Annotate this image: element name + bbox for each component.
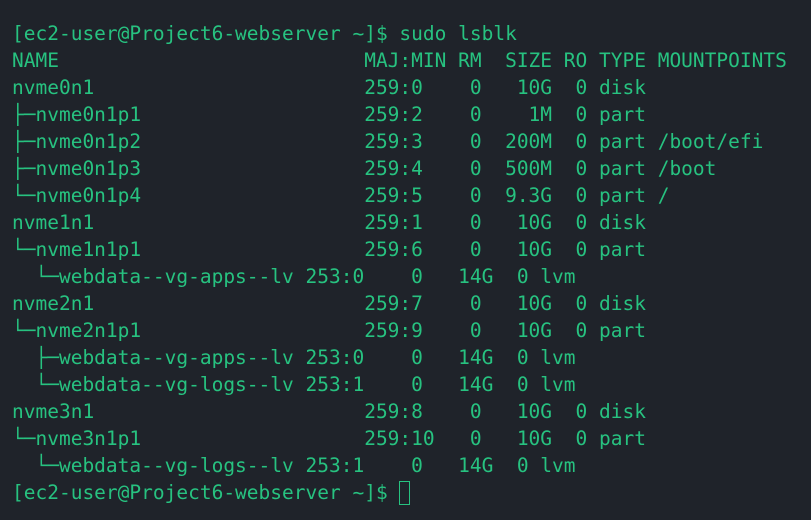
prompt-line[interactable]: [ec2-user@Project6-webserver ~]$ [12,479,811,506]
lsblk-row: nvme2n1 259:7 0 10G 0 disk [12,292,646,315]
lsblk-row: ├─webdata--vg-apps--lv 253:0 0 14G 0 lvm [12,346,576,369]
lsblk-row: └─webdata--vg-logs--lv 253:1 0 14G 0 lvm [12,373,576,396]
text-cursor [399,481,411,505]
lsblk-row: └─webdata--vg-apps--lv 253:0 0 14G 0 lvm [12,265,576,288]
lsblk-row: ├─nvme0n1p1 259:2 0 1M 0 part [12,103,646,126]
lsblk-header: NAME MAJ:MIN RM SIZE RO TYPE MOUNTPOINTS [12,49,787,72]
lsblk-row: nvme1n1 259:1 0 10G 0 disk [12,211,646,234]
lsblk-row: nvme3n1 259:8 0 10G 0 disk [12,400,646,423]
lsblk-row: └─nvme3n1p1 259:10 0 10G 0 part [12,427,646,450]
lsblk-row: └─webdata--vg-logs--lv 253:1 0 14G 0 lvm [12,454,576,477]
lsblk-row: ├─nvme0n1p2 259:3 0 200M 0 part /boot/ef… [12,130,764,153]
shell-prompt: [ec2-user@Project6-webserver ~]$ [12,481,400,504]
lsblk-row: ├─nvme0n1p3 259:4 0 500M 0 part /boot [12,157,717,180]
lsblk-row: └─nvme0n1p4 259:5 0 9.3G 0 part / [12,184,670,207]
command-line: [ec2-user@Project6-webserver ~]$ sudo ls… [12,22,517,45]
lsblk-row: nvme0n1 259:0 0 10G 0 disk [12,76,646,99]
lsblk-row: └─nvme1n1p1 259:6 0 10G 0 part [12,238,646,261]
terminal-window[interactable]: [ec2-user@Project6-webserver ~]$ sudo ls… [0,0,811,520]
lsblk-row: └─nvme2n1p1 259:9 0 10G 0 part [12,319,646,342]
